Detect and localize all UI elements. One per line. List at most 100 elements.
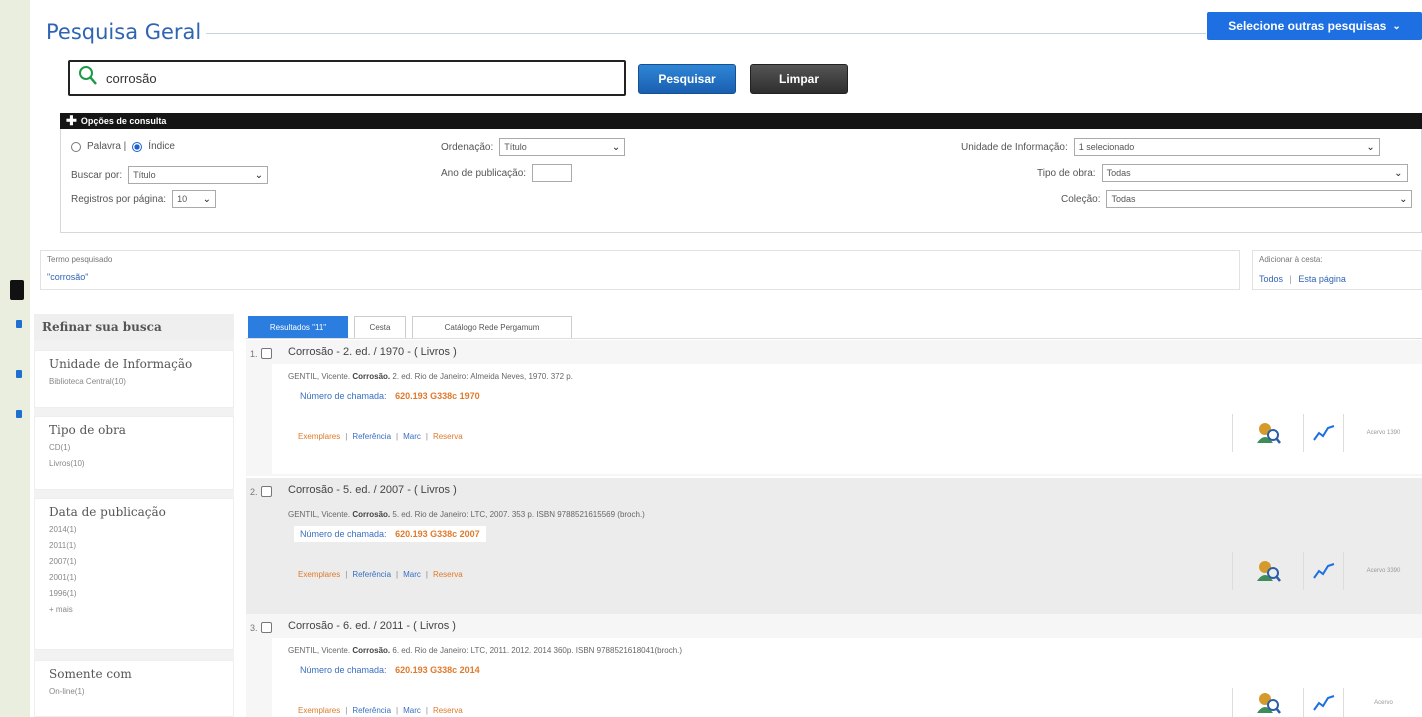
- stats-button[interactable]: [1303, 552, 1343, 590]
- tipo-obra-value: Todas: [1106, 168, 1131, 178]
- author-search-button[interactable]: [1233, 414, 1303, 452]
- facet-data-publicacao: Data de publicação 2014(1) 2011(1) 2007(…: [34, 498, 234, 650]
- exemplares-link[interactable]: Exemplares: [298, 432, 340, 441]
- tab-cesta[interactable]: Cesta: [354, 316, 406, 338]
- referencia-link[interactable]: Referência: [352, 432, 391, 441]
- result-item: 3. Corrosão - 6. ed. / 2011 - ( Livros )…: [246, 614, 1422, 717]
- facet-item[interactable]: 2014(1): [49, 522, 219, 538]
- tipo-obra-select[interactable]: Todas ⌄: [1101, 164, 1408, 182]
- chevron-down-icon: ⌄: [1394, 167, 1403, 179]
- unidade-select[interactable]: 1 selecionado ⌄: [1073, 138, 1380, 156]
- person-search-icon: [1257, 561, 1281, 582]
- result-number: 1.: [250, 348, 272, 359]
- tabs-divider: [246, 338, 1422, 339]
- exemplares-link[interactable]: Exemplares: [298, 706, 340, 715]
- ano-input[interactable]: [532, 164, 573, 182]
- tab-catalogo-rede[interactable]: Catálogo Rede Pergamum: [412, 316, 572, 338]
- ano-row: Ano de publicação:: [441, 164, 573, 182]
- result-checkbox[interactable]: [260, 622, 272, 633]
- buscar-por-select[interactable]: Título ⌄: [128, 166, 269, 184]
- add-all-link[interactable]: Todos: [1259, 274, 1283, 284]
- facet-item[interactable]: 1996(1): [49, 586, 219, 602]
- facet-item[interactable]: CD(1): [49, 440, 219, 456]
- colecao-select[interactable]: Todas ⌄: [1106, 190, 1413, 208]
- registros-row: Registros por página: 10 ⌄: [71, 190, 217, 208]
- result-links: Exemplares | Referência | Marc | Reserva: [298, 706, 463, 715]
- result-item: 2. Corrosão - 5. ed. / 2007 - ( Livros )…: [246, 478, 1422, 614]
- clear-button[interactable]: Limpar: [750, 64, 848, 94]
- result-title[interactable]: Corrosão - 5. ed. / 2007 - ( Livros ): [288, 484, 457, 496]
- unidade-label: Unidade de Informação:: [961, 141, 1068, 153]
- result-author: GENTIL, Vicente.: [288, 510, 351, 519]
- referencia-link[interactable]: Referência: [352, 570, 391, 579]
- result-number: 2.: [250, 486, 272, 497]
- author-search-button[interactable]: [1233, 688, 1303, 717]
- reserva-link[interactable]: Reserva: [433, 432, 463, 441]
- result-checkbox[interactable]: [260, 348, 272, 359]
- result-description: GENTIL, Vicente. Corrosão. 2. ed. Rio de…: [288, 372, 573, 381]
- chevron-down-icon: ⌄: [202, 193, 212, 205]
- result-actions: Acervo 3390: [1232, 552, 1422, 590]
- facet-item[interactable]: Livros(10): [49, 456, 219, 472]
- author-search-button[interactable]: [1233, 552, 1303, 590]
- reserva-link[interactable]: Reserva: [433, 570, 463, 579]
- options-toggle-bar[interactable]: ✚ Opções de consulta: [60, 113, 1422, 129]
- facet-item[interactable]: 2011(1): [49, 538, 219, 554]
- marc-link[interactable]: Marc: [403, 432, 421, 441]
- facet-more-link[interactable]: + mais: [49, 602, 219, 618]
- acervo-label: Acervo 3390: [1343, 552, 1422, 590]
- search-box[interactable]: [68, 60, 626, 96]
- facet-somente-com: Somente com On-line(1): [34, 660, 234, 717]
- chevron-down-icon: ⌄: [611, 141, 621, 153]
- tab-resultados[interactable]: Resultados "11": [248, 316, 348, 338]
- referencia-link[interactable]: Referência: [352, 706, 391, 715]
- facet-item[interactable]: 2001(1): [49, 570, 219, 586]
- add-to-cart-label: Adicionar à cesta:: [1259, 255, 1323, 264]
- radio-indice[interactable]: [132, 141, 143, 152]
- registros-select[interactable]: 10 ⌄: [172, 190, 217, 208]
- reserva-link[interactable]: Reserva: [433, 706, 463, 715]
- colecao-label: Coleção:: [1061, 193, 1101, 205]
- line-chart-icon: [1312, 563, 1334, 579]
- result-author: GENTIL, Vicente.: [288, 372, 351, 381]
- exemplares-link[interactable]: Exemplares: [298, 570, 340, 579]
- tipo-obra-row: Tipo de obra: Todas ⌄: [1037, 164, 1408, 182]
- result-links: Exemplares | Referência | Marc | Reserva: [298, 432, 463, 441]
- options-bar-label: Opções de consulta: [80, 116, 167, 126]
- result-checkbox[interactable]: [260, 486, 272, 497]
- facet-item[interactable]: On-line(1): [49, 684, 219, 700]
- add-page-link[interactable]: Esta página: [1298, 274, 1346, 284]
- chevron-down-icon: ⌄: [1399, 193, 1408, 205]
- buscar-por-row: Buscar por: Título ⌄: [71, 166, 269, 184]
- colecao-value: Todas: [1111, 194, 1136, 204]
- person-search-icon: [1257, 692, 1281, 714]
- facet-item[interactable]: 2007(1): [49, 554, 219, 570]
- facet-title: Unidade de Informação: [49, 357, 193, 371]
- marc-link[interactable]: Marc: [403, 570, 421, 579]
- result-links: Exemplares | Referência | Marc | Reserva: [298, 570, 463, 579]
- result-title[interactable]: Corrosão - 6. ed. / 2011 - ( Livros ): [288, 620, 456, 632]
- marc-link[interactable]: Marc: [403, 706, 421, 715]
- facet-title: Somente com: [49, 667, 132, 681]
- facet-item[interactable]: Biblioteca Central(10): [49, 374, 219, 390]
- cart-separator: |: [1289, 274, 1292, 284]
- add-to-cart-box: Adicionar à cesta: Todos | Esta página: [1252, 250, 1422, 290]
- call-number-label: Número de chamada:: [300, 529, 387, 539]
- stats-button[interactable]: [1303, 688, 1343, 717]
- tipo-obra-label: Tipo de obra:: [1037, 167, 1096, 179]
- result-imprint: 2. ed. Rio de Janeiro: Almeida Neves, 19…: [392, 372, 573, 381]
- chevron-down-icon: ⌄: [1366, 141, 1375, 153]
- result-title[interactable]: Corrosão - 2. ed. / 1970 - ( Livros ): [288, 346, 457, 358]
- call-number-code: 620.193 G338c 1970: [395, 391, 480, 401]
- ordenacao-select[interactable]: Título ⌄: [499, 138, 626, 156]
- radio-palavra[interactable]: [71, 141, 81, 152]
- search-input[interactable]: [104, 69, 584, 87]
- line-chart-icon: [1312, 425, 1334, 441]
- call-number: Número de chamada: 620.193 G338c 1970: [294, 388, 486, 404]
- edge-mark: [16, 370, 22, 378]
- other-searches-label: Selecione outras pesquisas: [1228, 19, 1387, 33]
- stats-button[interactable]: [1303, 414, 1343, 452]
- searched-term-label: Termo pesquisado: [47, 255, 113, 264]
- other-searches-button[interactable]: Selecione outras pesquisas ⌄: [1207, 12, 1422, 40]
- search-button[interactable]: Pesquisar: [638, 64, 736, 94]
